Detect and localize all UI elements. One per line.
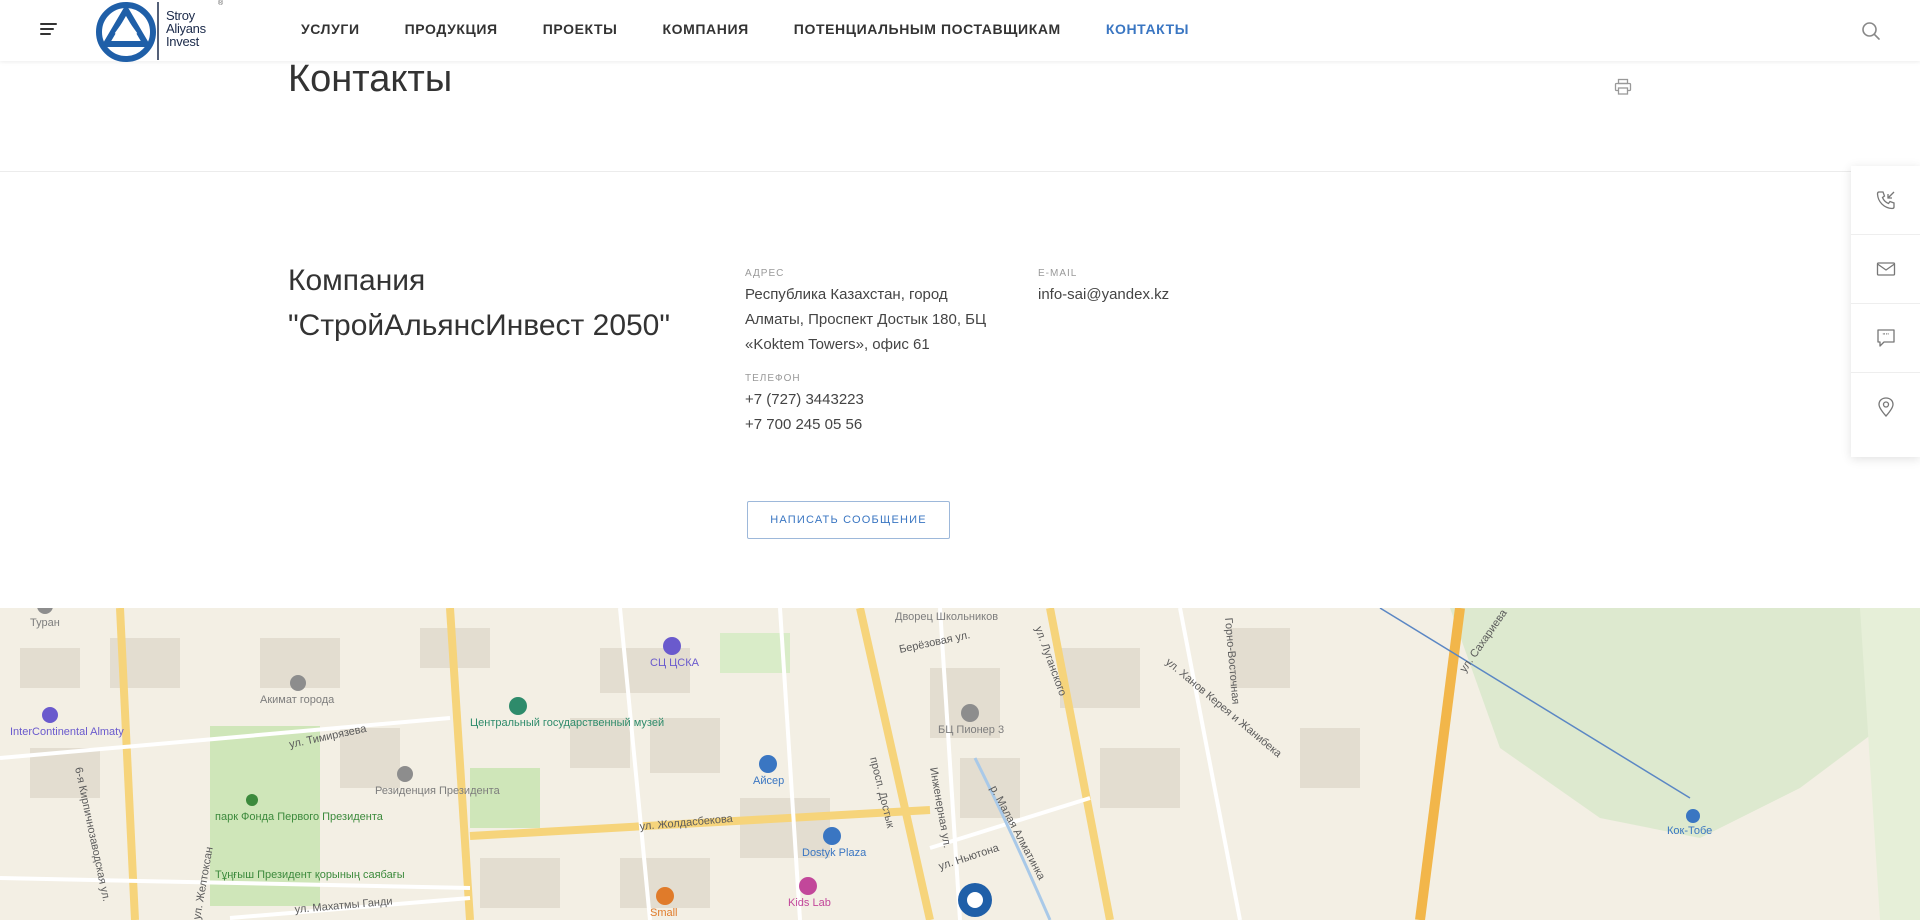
svg-text:Туран: Туран [30,617,60,629]
phone-link-2[interactable]: +7 700 245 05 56 [745,412,862,437]
nav-item-suppliers[interactable]: ПОТЕНЦИАЛЬНЫМ ПОСТАВЩИКАМ [794,21,1061,37]
poi-marker[interactable]: Дворец Школьников [895,611,998,623]
menu-icon[interactable] [40,23,57,37]
svg-text:Айсер: Айсер [753,775,784,787]
svg-text:Дворец Школьников: Дворец Школьников [895,611,998,623]
nav-item-company[interactable]: КОМПАНИЯ [662,21,748,37]
site-header: Stroy Aliyans Invest ® УСЛУГИ ПРОДУКЦИЯ … [0,0,1920,62]
svg-text:Резиденция Президента: Резиденция Президента [375,785,501,797]
section-divider [0,171,1920,172]
chat-quote-icon: " " [1876,329,1895,347]
office-location-pin[interactable] [958,883,992,917]
map-canvas[interactable]: ул. Тимирязева ул. Жолдасбекова просп. Д… [0,608,1920,920]
svg-text:СЦ ЦСКА: СЦ ЦСКА [650,657,700,669]
nav-item-products[interactable]: ПРОДУКЦИЯ [405,21,498,37]
location-map[interactable]: ул. Тимирязева ул. Жолдасбекова просп. Д… [0,608,1920,920]
email-link[interactable]: info-sai@yandex.kz [1038,282,1169,307]
company-logo[interactable]: Stroy Aliyans Invest ® [94,0,224,62]
callback-button[interactable] [1851,166,1920,235]
svg-text:Small: Small [650,907,678,919]
svg-text:Kids Lab: Kids Lab [788,897,831,909]
print-icon[interactable] [1614,78,1632,96]
email-label: E-MAIL [1038,268,1078,279]
address-label: АДРЕС [745,268,785,279]
svg-text:Тұңғыш Президент қорының саяба: Тұңғыш Президент қорының саябағы [215,869,405,881]
logo-mark-icon [96,2,159,62]
nav-item-projects[interactable]: ПРОЕКТЫ [543,21,618,37]
feedback-button[interactable]: " " [1851,304,1920,373]
side-contact-widget: " " [1851,166,1920,457]
logo-text: Stroy Aliyans Invest [166,8,206,49]
svg-text:InterContinental Almaty: InterContinental Almaty [10,726,124,738]
svg-text:парк Фонда Первого Президента: парк Фонда Первого Президента [215,811,384,823]
svg-text:Акимат города: Акимат города [260,694,335,706]
company-name: Компания "СтройАльянсИнвест 2050" [288,264,671,342]
page-title: Контакты [288,58,453,100]
email-button[interactable] [1851,235,1920,304]
svg-text:БЦ Пионер 3: БЦ Пионер 3 [938,724,1004,736]
svg-text:Dostyk Plaza: Dostyk Plaza [802,847,867,859]
mail-icon [1876,262,1895,276]
phone-label: ТЕЛЕФОН [745,373,801,384]
logo-registered-mark: ® [218,0,224,7]
search-icon[interactable] [1861,21,1881,41]
phone-callback-icon [1876,191,1895,210]
svg-text:Кок-Тобе: Кок-Тобе [1667,825,1712,837]
svg-text:Центральный государственный му: Центральный государственный музей [470,717,664,729]
address-value: Республика Казахстан, город Алматы, Прос… [745,286,987,353]
phone-link-1[interactable]: +7 (727) 3443223 [745,387,864,412]
nav-item-services[interactable]: УСЛУГИ [301,21,360,37]
location-button[interactable] [1851,373,1920,441]
location-pin-icon [1877,397,1894,417]
write-message-button[interactable]: НАПИСАТЬ СООБЩЕНИЕ [747,501,950,539]
svg-text:": " [1886,332,1889,341]
main-nav: УСЛУГИ ПРОДУКЦИЯ ПРОЕКТЫ КОМПАНИЯ ПОТЕНЦ… [301,21,1234,37]
nav-item-contacts[interactable]: КОНТАКТЫ [1106,21,1189,37]
